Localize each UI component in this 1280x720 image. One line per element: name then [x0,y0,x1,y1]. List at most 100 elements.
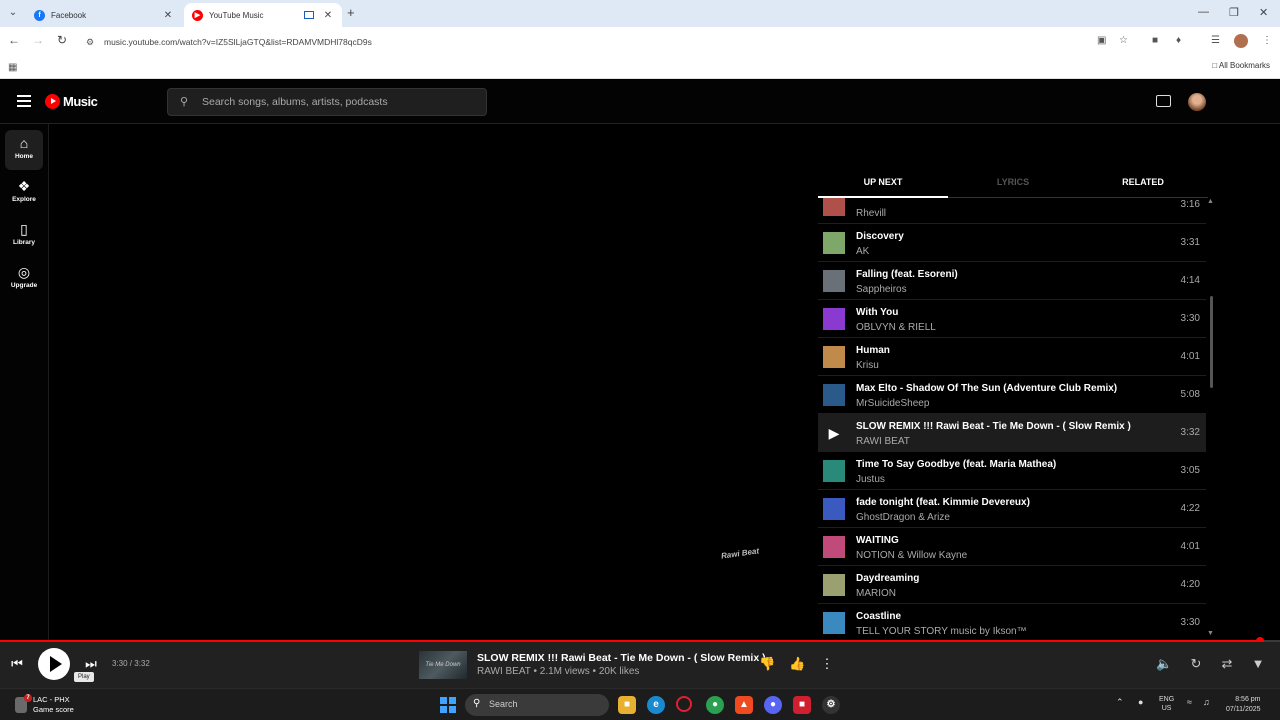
tab-facebook[interactable]: f Facebook ✕ [26,3,182,27]
speaker-icon[interactable]: ♫ [1203,697,1210,707]
song-thumbnail[interactable] [823,384,845,406]
song-artist[interactable]: NOTION & Willow Kayne [856,550,967,561]
song-artist[interactable]: RAWI BEAT [856,436,910,447]
now-playing-thumbnail[interactable]: Tie Me Down [419,651,467,679]
ytm-logo[interactable]: Music [45,94,98,109]
song-thumbnail[interactable] [823,308,845,330]
wifi-icon[interactable]: ≈ [1187,697,1192,707]
apps-grid-icon[interactable]: ▦ [8,62,17,73]
edge-icon[interactable]: e [647,696,665,714]
bookmark-star-icon[interactable]: ☆ [1119,35,1128,46]
app-red-icon[interactable]: ■ [793,696,811,714]
language-indicator[interactable]: ENG US [1159,695,1174,713]
song-artist[interactable]: OBLVYN & RIELL [856,322,936,333]
close-tab-icon[interactable]: ✕ [162,10,174,21]
song-thumbnail[interactable] [823,460,845,482]
song-thumbnail[interactable] [823,232,845,254]
play-button[interactable] [38,648,70,680]
song-artist[interactable]: AK [856,246,869,257]
now-playing-title[interactable]: SLOW REMIX !!! Rawi Beat - Tie Me Down -… [477,652,766,664]
song-artist[interactable]: Justus [856,474,885,485]
scroll-up-icon[interactable]: ▲ [1207,198,1214,205]
song-thumbnail[interactable] [823,498,845,520]
queue-item[interactable]: fade tonight (feat. Kimmie Devereux) Ghos… [818,490,1206,528]
search-input[interactable] [202,89,482,115]
user-avatar[interactable] [1188,93,1206,111]
sidebar-item-upgrade[interactable]: ◎ Upgrade [5,259,43,299]
queue-item[interactable]: WAITING NOTION & Willow Kayne 4:01 [818,528,1206,566]
volume-icon[interactable]: 🔈 [1156,656,1172,672]
all-bookmarks-button[interactable]: □ All Bookmarks [1212,61,1270,70]
site-info-icon[interactable]: ⚙ [86,31,94,53]
like-icon[interactable]: 👍 [789,656,805,672]
forward-icon[interactable]: → [30,33,46,47]
discord-icon[interactable]: ● [764,696,782,714]
song-thumbnail[interactable] [823,574,845,596]
extension-badge-icon[interactable]: ■ [1152,35,1158,46]
song-artist[interactable]: GhostDragon & Arize [856,512,950,523]
brave-icon[interactable]: ▲ [735,696,753,714]
previous-icon[interactable]: ⏮ [9,656,25,672]
reading-list-icon[interactable]: ☰ [1211,35,1220,46]
new-tab-button[interactable]: + [347,5,355,20]
queue-item[interactable]: Falling (feat. Esoreni) Sappheiros 4:14 [818,262,1206,300]
video-player[interactable]: Rawi Beat [49,124,813,641]
song-artist[interactable]: TELL YOUR STORY music by Ikson™ [856,626,1027,637]
clock[interactable]: 8:56 pm 07/11/2025 [1226,695,1261,715]
queue-item[interactable]: Coastline TELL YOUR STORY music by Ikson™… [818,604,1206,641]
opera-icon[interactable] [676,696,692,712]
expand-player-icon[interactable]: ▼ [1250,656,1266,671]
song-artist[interactable]: MARION [856,588,896,599]
shuffle-icon[interactable]: ⇄ [1219,656,1235,672]
queue-item[interactable]: Daydreaming MARION 4:20 [818,566,1206,604]
chrome-icon[interactable]: ● [706,696,724,714]
song-artist[interactable]: Sappheiros [856,284,907,295]
play-icon[interactable]: ▶ [823,422,845,444]
close-window-icon[interactable]: ✕ [1259,6,1268,19]
song-thumbnail[interactable] [823,346,845,368]
song-thumbnail[interactable] [823,612,845,634]
song-thumbnail[interactable] [823,270,845,292]
cast-icon[interactable] [1156,95,1171,107]
menu-icon[interactable]: ⋮ [1262,35,1272,46]
game-score-widget[interactable]: LAC - PHX Game score [33,695,74,715]
song-thumbnail[interactable] [823,536,845,558]
minimize-icon[interactable]: — [1198,6,1209,18]
tab-related[interactable]: RELATED [1078,166,1208,197]
next-icon[interactable]: ⏭ [83,656,99,672]
restore-icon[interactable]: ❐ [1229,6,1239,19]
queue-item[interactable]: ▶ SLOW REMIX !!! Rawi Beat - Tie Me Down … [818,414,1206,452]
sidebar-item-home[interactable]: ⌂ Home [5,130,43,170]
search-box[interactable]: ⚲ [167,88,487,116]
back-icon[interactable]: ← [6,33,22,47]
song-artist[interactable]: Krisu [856,360,879,371]
sidebar-item-library[interactable]: ▯ Library [5,216,43,256]
song-artist[interactable]: MrSuicideSheep [856,398,929,409]
tab-up-next[interactable]: UP NEXT [818,166,948,198]
tab-lyrics[interactable]: LYRICS [948,166,1078,197]
queue-item[interactable]: Rhevill 3:16 [818,198,1206,224]
app-settings-icon[interactable]: ⚙ [822,696,840,714]
install-app-icon[interactable]: ▣ [1097,35,1106,46]
file-explorer-icon[interactable]: ■ [618,696,636,714]
song-artist[interactable]: Rhevill [856,208,886,219]
windows-start-icon[interactable] [440,697,456,713]
queue-item[interactable]: With You OBLVYN & RIELL 3:30 [818,300,1206,338]
song-thumbnail[interactable] [823,198,845,216]
scroll-down-icon[interactable]: ▼ [1207,630,1214,637]
close-tab-icon[interactable]: ✕ [322,10,334,21]
extensions-icon[interactable]: ♦ [1176,35,1181,46]
address-bar[interactable]: ⚙ music.youtube.com/watch?v=IZ5SlLjaGTQ&… [80,31,1100,53]
tab-youtube-music[interactable]: ▶ YouTube Music ✕ [184,3,342,27]
queue-item[interactable]: Max Elto - Shadow Of The Sun (Adventure … [818,376,1206,414]
media-playing-icon[interactable] [304,11,314,19]
tray-overflow-icon[interactable]: ⌃ [1116,697,1124,708]
queue-item[interactable]: Human Krisu 4:01 [818,338,1206,376]
queue-item[interactable]: Time To Say Goodbye (feat. Maria Mathea)… [818,452,1206,490]
sidebar-item-explore[interactable]: ❖ Explore [5,173,43,213]
tab-search-icon[interactable]: ⌄ [6,6,20,20]
queue-scrollbar[interactable] [1210,296,1213,388]
taskbar-search[interactable]: ⚲ Search [465,694,609,716]
queue-item[interactable]: Discovery AK 3:31 [818,224,1206,262]
repeat-icon[interactable]: ↻ [1188,656,1204,672]
